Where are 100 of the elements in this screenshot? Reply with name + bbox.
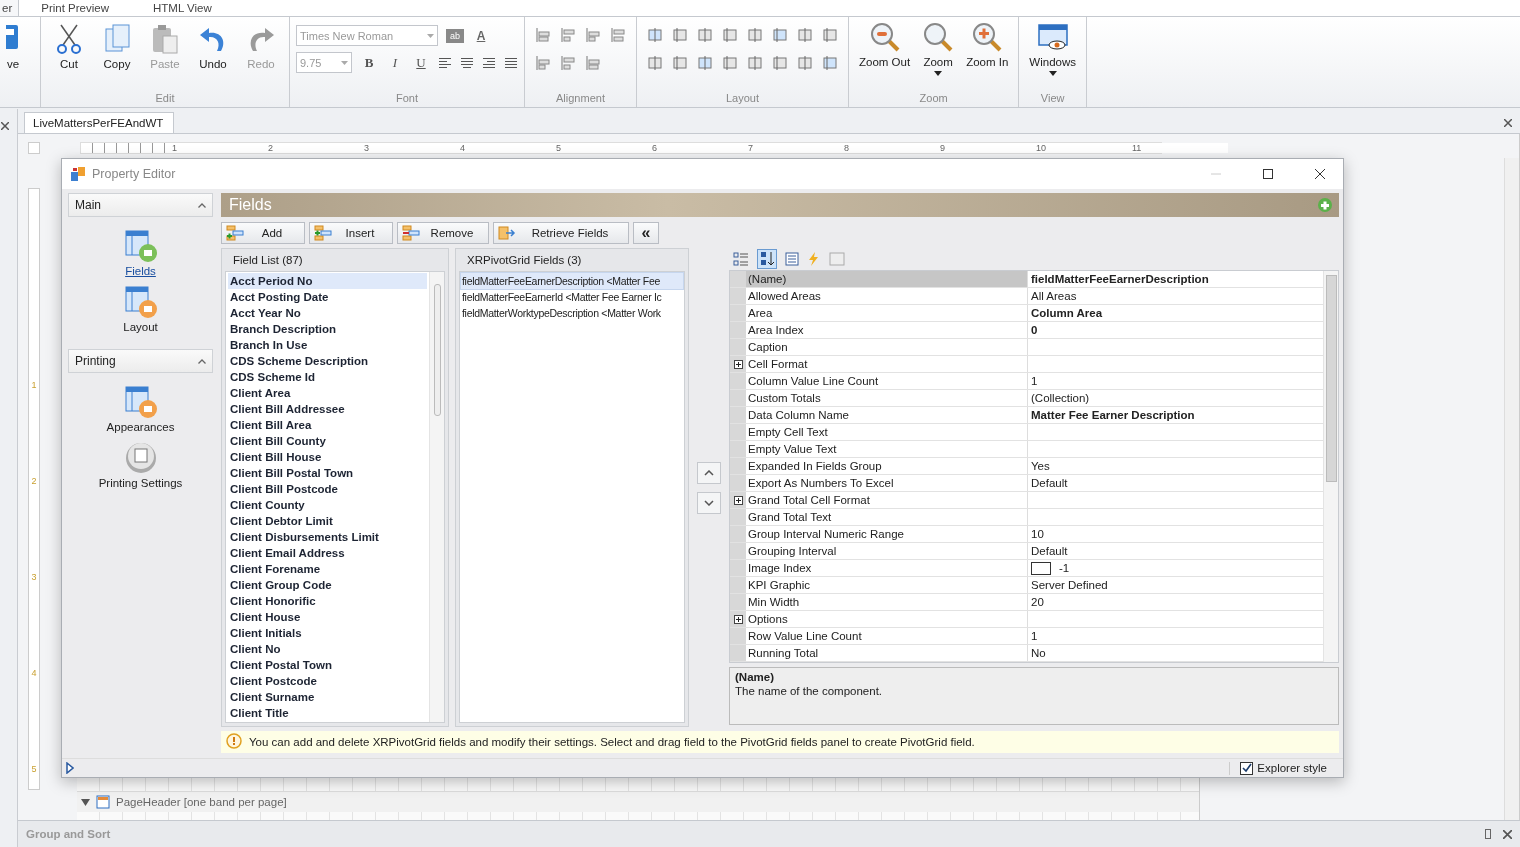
- layout-icon[interactable]: [647, 55, 663, 71]
- cut-button[interactable]: Cut: [47, 21, 91, 72]
- expand-arrow-icon[interactable]: [81, 798, 90, 806]
- insert-button[interactable]: Insert: [309, 222, 393, 244]
- field-list-item[interactable]: Client Bill County: [228, 433, 427, 449]
- text-align-icon[interactable]: [460, 56, 474, 69]
- zoom-in-button[interactable]: Zoom In: [962, 21, 1013, 68]
- property-name[interactable]: Allowed Areas: [746, 288, 1028, 304]
- field-list-item[interactable]: Client Email Address: [228, 545, 427, 561]
- field-list-item[interactable]: Client Bill Addressee: [228, 401, 427, 417]
- ribbon-tab[interactable]: HTML View: [131, 0, 234, 16]
- text-align-icon[interactable]: [438, 56, 452, 69]
- zoom-button[interactable]: Zoom: [918, 21, 959, 76]
- align-icon[interactable]: [585, 55, 601, 71]
- move-up-button[interactable]: [697, 461, 721, 484]
- zoom-out-button[interactable]: Zoom Out: [855, 21, 915, 68]
- layout-icon[interactable]: [722, 27, 738, 43]
- property-pages-icon[interactable]: [785, 252, 799, 266]
- sort-alphabetical-icon[interactable]: [757, 249, 777, 269]
- close-icon[interactable]: [1, 122, 9, 130]
- field-list-item[interactable]: Client House: [228, 609, 427, 625]
- property-name[interactable]: Row Value Line Count: [746, 628, 1028, 644]
- layout-icon[interactable]: [747, 55, 763, 71]
- categorized-icon[interactable]: [733, 251, 749, 267]
- close-icon[interactable]: [1503, 829, 1512, 839]
- property-value[interactable]: Matter Fee Earner Description: [1028, 407, 1323, 423]
- collapse-button[interactable]: «: [633, 222, 659, 244]
- field-list-item[interactable]: Branch Description: [228, 321, 427, 337]
- remove-button[interactable]: Remove: [397, 222, 489, 244]
- property-value[interactable]: Server Defined: [1028, 577, 1323, 593]
- move-down-button[interactable]: [697, 491, 721, 514]
- property-name[interactable]: Empty Value Text: [746, 441, 1028, 457]
- property-value[interactable]: All Areas: [1028, 288, 1323, 304]
- nav-group-header[interactable]: Main: [68, 193, 213, 217]
- property-name[interactable]: Caption: [746, 339, 1028, 355]
- align-icon[interactable]: [610, 27, 626, 43]
- property-value[interactable]: Default: [1028, 543, 1323, 559]
- events-icon[interactable]: [807, 252, 821, 266]
- layout-icon[interactable]: [772, 27, 788, 43]
- font-color-button[interactable]: A: [472, 26, 490, 45]
- property-value[interactable]: 10: [1028, 526, 1323, 542]
- band-header[interactable]: PageHeader [one band per page]: [77, 791, 1199, 812]
- dropdown-arrow-icon[interactable]: [427, 33, 434, 38]
- nav-item[interactable]: Printing Settings: [94, 439, 187, 491]
- align-icon[interactable]: [560, 55, 576, 71]
- field-list-item[interactable]: Client No: [228, 641, 427, 657]
- scrollbar[interactable]: [429, 272, 444, 722]
- field-list-item[interactable]: Acct Posting Date: [228, 289, 427, 305]
- checkbox[interactable]: [1240, 761, 1254, 775]
- property-name[interactable]: Running Total: [746, 645, 1028, 661]
- layout-icon[interactable]: [822, 55, 838, 71]
- property-value[interactable]: 20: [1028, 594, 1323, 610]
- field-list-item[interactable]: Client Title: [228, 705, 427, 721]
- field-list-item[interactable]: Client Surname: [228, 689, 427, 705]
- layout-icon[interactable]: [797, 27, 813, 43]
- pivot-field-item[interactable]: fieldMatterFeeEarnerDescription <Matter Fee: [461, 273, 683, 289]
- field-list-item[interactable]: Client Group Code: [228, 577, 427, 593]
- property-value[interactable]: Column Area: [1028, 305, 1323, 321]
- bold-button[interactable]: B: [360, 53, 378, 72]
- property-value[interactable]: 0: [1028, 322, 1323, 338]
- property-value[interactable]: -1: [1059, 560, 1070, 576]
- retrieve-button[interactable]: Retrieve Fields: [493, 222, 629, 244]
- copy-button[interactable]: Copy: [95, 21, 139, 72]
- pin-icon[interactable]: [1485, 829, 1491, 839]
- align-icon[interactable]: [535, 27, 551, 43]
- align-icon[interactable]: [560, 27, 576, 43]
- layout-icon[interactable]: [672, 55, 688, 71]
- close-icon[interactable]: [1504, 119, 1512, 127]
- checkbox-label[interactable]: Explorer style: [1257, 762, 1327, 774]
- property-value[interactable]: No: [1028, 645, 1323, 661]
- field-list-item[interactable]: Client Bill Area: [228, 417, 427, 433]
- property-name[interactable]: Area Index: [746, 322, 1028, 338]
- property-value[interactable]: 1: [1028, 628, 1323, 644]
- property-name[interactable]: Grand Total Text: [746, 509, 1028, 525]
- undo-button[interactable]: Undo: [191, 21, 235, 72]
- property-value[interactable]: (Collection): [1028, 390, 1323, 406]
- field-list-item[interactable]: Client County: [228, 497, 427, 513]
- underline-button[interactable]: U: [412, 53, 430, 72]
- field-list-item[interactable]: Client Initials: [228, 625, 427, 641]
- highlight-button[interactable]: ab: [446, 28, 464, 43]
- layout-icon[interactable]: [772, 55, 788, 71]
- ribbon-tab[interactable]: Print Preview: [19, 0, 131, 16]
- layout-icon[interactable]: [822, 27, 838, 43]
- pivot-field-item[interactable]: fieldMatterWorktypeDescription <Matter Work: [461, 305, 683, 321]
- windows-button[interactable]: Windows: [1025, 21, 1080, 76]
- field-list-item[interactable]: Client Bill Postal Town: [228, 465, 427, 481]
- add-field-icon[interactable]: [1317, 197, 1333, 213]
- property-name[interactable]: (Name): [746, 271, 1028, 287]
- add-button[interactable]: Add: [221, 222, 305, 244]
- field-list-item[interactable]: Client Postcode: [228, 673, 427, 689]
- field-list-item[interactable]: Acct Year No: [228, 305, 427, 321]
- chevron-icon[interactable]: [198, 202, 206, 208]
- nav-item[interactable]: Fields: [119, 227, 162, 279]
- text-align-icon[interactable]: [482, 56, 496, 69]
- nav-group-header[interactable]: Printing: [68, 349, 213, 373]
- layout-icon[interactable]: [797, 55, 813, 71]
- layout-icon[interactable]: [697, 27, 713, 43]
- property-value[interactable]: 1: [1028, 373, 1323, 389]
- property-name[interactable]: Grand Total Cell Format: [746, 492, 1028, 508]
- align-icon[interactable]: [585, 27, 601, 43]
